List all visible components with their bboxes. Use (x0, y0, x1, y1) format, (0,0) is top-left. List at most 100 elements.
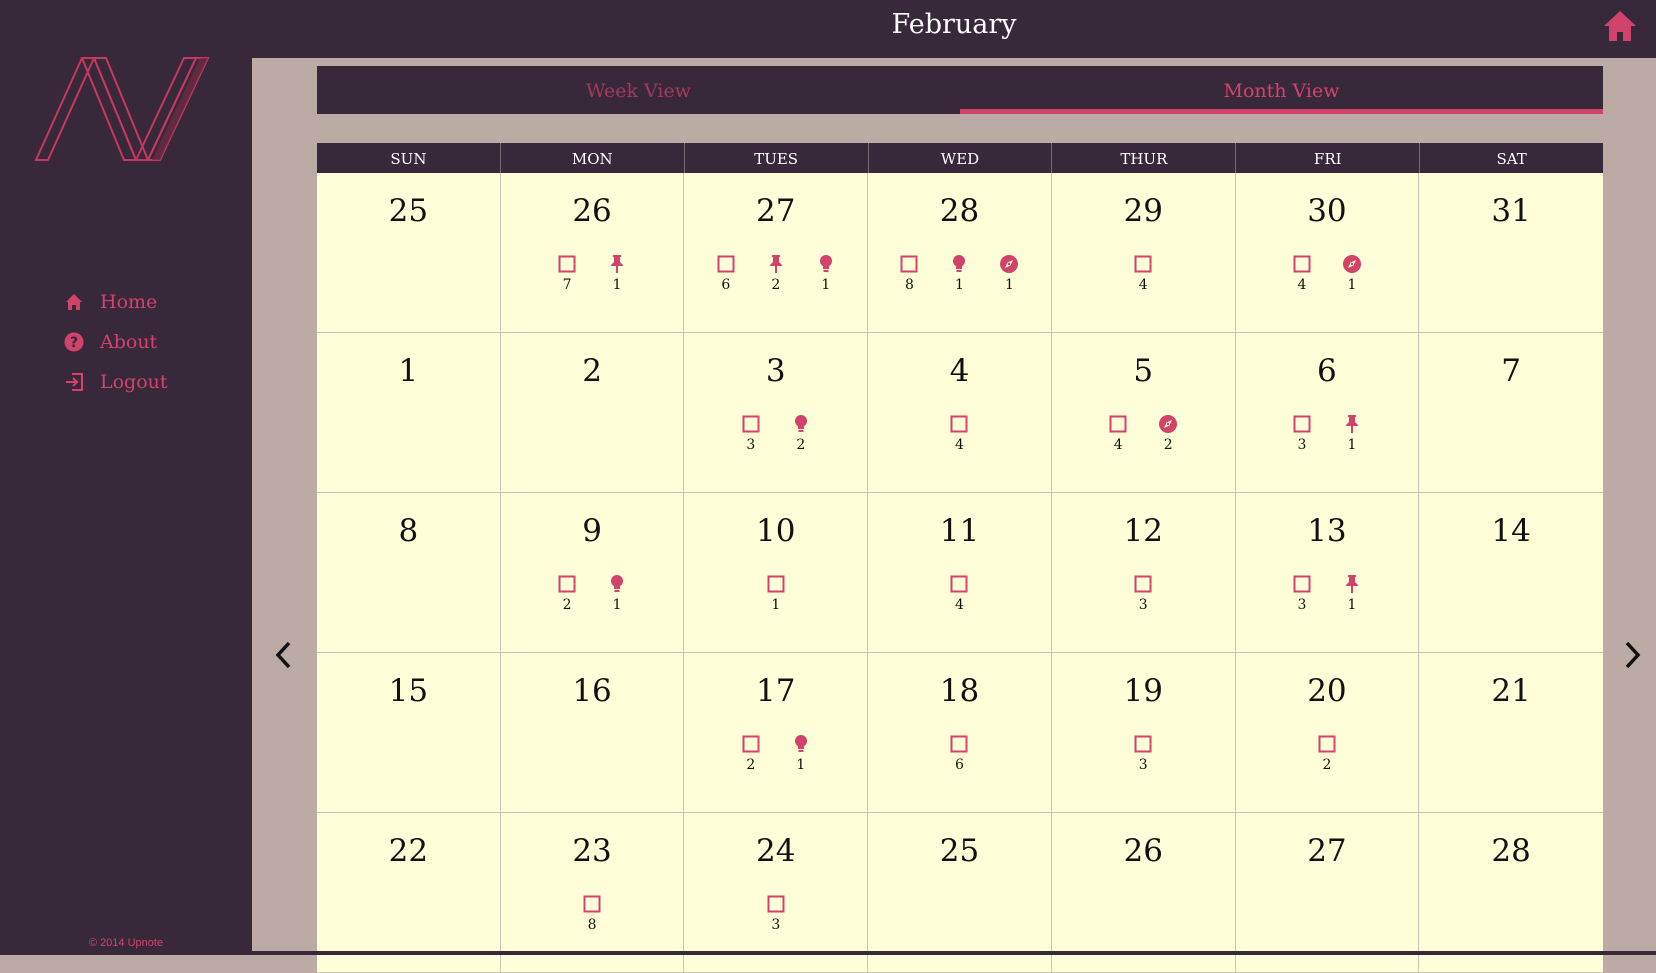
idea-counter[interactable]: 1 (776, 733, 826, 773)
day-cell[interactable]: 19 3 (1051, 653, 1236, 813)
day-cell[interactable]: 15 (317, 653, 501, 813)
day-number: 18 (939, 673, 980, 709)
day-cell[interactable]: 16 (500, 653, 685, 813)
day-cell[interactable]: 7 (1419, 333, 1603, 493)
day-cell[interactable]: 17 2 1 (684, 653, 869, 813)
explore-counter[interactable]: 1 (1327, 253, 1377, 293)
pin-counter[interactable]: 2 (751, 253, 801, 293)
task-counter[interactable]: 8 (567, 893, 617, 933)
task-counter[interactable]: 7 (542, 253, 592, 293)
task-counter[interactable]: 3 (1277, 573, 1327, 613)
day-number: 8 (398, 513, 419, 549)
task-counter[interactable]: 4 (1093, 413, 1143, 453)
day-cell[interactable]: 29 4 (1051, 173, 1236, 333)
app-logo[interactable] (34, 56, 210, 172)
tab-month-view[interactable]: Month View (960, 66, 1603, 114)
day-cell[interactable]: 22 (317, 813, 501, 973)
nav-logout[interactable]: Logout (63, 362, 168, 402)
day-cell[interactable]: 26 (1051, 813, 1236, 973)
day-cell[interactable]: 2 (500, 333, 685, 493)
day-counters: 8 (501, 893, 684, 933)
nav-home[interactable]: Home (63, 282, 168, 322)
day-cell[interactable]: 12 3 (1051, 493, 1236, 653)
counter-count: 1 (955, 277, 964, 293)
day-cell[interactable]: 1 (317, 333, 501, 493)
day-number: 25 (388, 193, 429, 229)
checkbox-icon (556, 253, 578, 275)
task-counter[interactable]: 3 (1118, 573, 1168, 613)
day-number: 9 (582, 513, 602, 549)
day-cell[interactable]: 44 (868, 333, 1052, 493)
task-counter[interactable]: 4 (934, 413, 984, 453)
day-cell[interactable]: 14 (1419, 493, 1603, 653)
counter-count: 4 (1113, 437, 1123, 453)
counter-count: 4 (955, 437, 964, 453)
day-cell[interactable]: 27 6 2 1 (684, 173, 869, 333)
checkbox-icon (1291, 573, 1313, 595)
task-counter[interactable]: 3 (751, 893, 801, 933)
task-counter[interactable]: 2 (1302, 733, 1352, 773)
day-cell[interactable]: 28 8 1 1 (868, 173, 1052, 333)
explore-counter[interactable]: 1 (984, 253, 1034, 293)
nav-logout-label: Logout (100, 371, 168, 393)
next-month-arrow-icon[interactable] (1620, 640, 1644, 670)
task-counter[interactable]: 4 (934, 573, 984, 613)
idea-counter[interactable]: 1 (934, 253, 984, 293)
home-icon[interactable] (1602, 9, 1638, 43)
day-number: 16 (572, 673, 612, 709)
day-cell[interactable]: 20 2 (1235, 653, 1420, 813)
sidebar-nav: Home ? About Logout (63, 282, 168, 402)
day-number: 31 (1491, 193, 1531, 229)
day-cell[interactable]: 24 3 (684, 813, 869, 973)
task-counter[interactable]: 2 (542, 573, 592, 613)
weekday-wed: WED (867, 143, 1052, 173)
explore-counter[interactable]: 2 (1143, 413, 1193, 453)
day-cell[interactable]: 25 (317, 173, 501, 333)
pin-counter[interactable]: 1 (592, 253, 642, 293)
day-cell[interactable]: 21 (1419, 653, 1603, 813)
task-counter[interactable]: 3 (726, 413, 776, 453)
task-counter[interactable]: 3 (1118, 733, 1168, 773)
task-counter[interactable]: 3 (1277, 413, 1327, 453)
task-counter[interactable]: 2 (726, 733, 776, 773)
day-cell[interactable]: 13 3 1 (1235, 493, 1420, 653)
day-counters: 42 (1052, 413, 1235, 453)
task-counter[interactable]: 1 (751, 573, 801, 613)
day-cell[interactable]: 26 7 1 (500, 173, 685, 333)
day-cell[interactable]: 27 (1235, 813, 1420, 973)
idea-counter[interactable]: 1 (592, 573, 642, 613)
day-cell[interactable]: 8 (317, 493, 501, 653)
task-counter[interactable]: 4 (1277, 253, 1327, 293)
counter-count: 3 (1138, 597, 1148, 613)
day-cell[interactable]: 631 (1235, 333, 1420, 493)
day-cell[interactable]: 30 4 1 (1235, 173, 1420, 333)
pin-counter[interactable]: 1 (1327, 573, 1377, 613)
day-cell[interactable]: 28 (1419, 813, 1603, 973)
day-cell[interactable]: 18 6 (868, 653, 1052, 813)
tab-week-view[interactable]: Week View (317, 66, 960, 114)
task-counter[interactable]: 6 (934, 733, 984, 773)
task-counter[interactable]: 8 (884, 253, 934, 293)
nav-about[interactable]: ? About (63, 322, 168, 362)
checkbox-icon (1291, 413, 1313, 435)
day-cell[interactable]: 11 4 (868, 493, 1052, 653)
day-cell[interactable]: 542 (1051, 333, 1236, 493)
day-cell[interactable]: 31 (1419, 173, 1603, 333)
task-counter[interactable]: 6 (701, 253, 751, 293)
day-number: 4 (949, 353, 970, 389)
day-cell[interactable]: 332 (684, 333, 869, 493)
task-counter[interactable]: 4 (1118, 253, 1168, 293)
checkbox-icon (948, 413, 970, 435)
day-cell[interactable]: 23 8 (500, 813, 685, 973)
previous-month-arrow-icon[interactable] (272, 640, 296, 670)
day-cell[interactable]: 25 (868, 813, 1052, 973)
day-number: 3 (765, 353, 786, 389)
pin-counter[interactable]: 1 (1327, 413, 1377, 453)
counter-count: 8 (905, 277, 914, 293)
idea-counter[interactable]: 2 (776, 413, 826, 453)
day-number: 27 (756, 193, 796, 229)
day-cell[interactable]: 9 21 (500, 493, 685, 653)
day-number: 10 (756, 513, 796, 549)
day-cell[interactable]: 10 1 (684, 493, 869, 653)
idea-counter[interactable]: 1 (801, 253, 851, 293)
